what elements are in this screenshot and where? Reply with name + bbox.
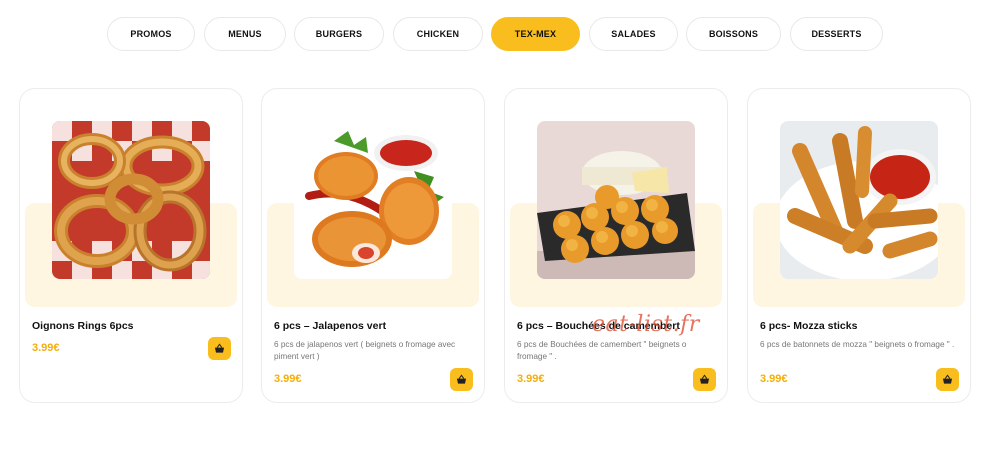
- product-card[interactable]: 6 pcs – Jalapenos vert 6 pcs de jalapeno…: [261, 88, 485, 403]
- product-price: 3.99€: [32, 342, 60, 354]
- tab-tex-mex[interactable]: TEX-MEX: [491, 17, 580, 51]
- add-to-cart-button[interactable]: [208, 337, 231, 360]
- product-name: Oignons Rings 6pcs: [32, 320, 134, 332]
- basket-icon: [699, 374, 710, 384]
- basket-icon: [456, 374, 467, 384]
- mozza-sticks-photo: [780, 121, 938, 279]
- product-name: 6 pcs – Jalapenos vert: [274, 320, 387, 332]
- product-price: 3.99€: [274, 373, 302, 385]
- product-description: 6 pcs de jalapenos vert ( beignets o fro…: [274, 340, 456, 361]
- basket-icon: [214, 343, 225, 353]
- add-to-cart-button[interactable]: [693, 368, 716, 391]
- category-nav: PROMOS MENUS BURGERS CHICKEN TEX-MEX SAL…: [0, 17, 989, 53]
- product-price: 3.99€: [517, 373, 545, 385]
- tab-desserts[interactable]: DESSERTS: [790, 17, 883, 51]
- tab-boissons[interactable]: BOISSONS: [686, 17, 781, 51]
- jalapenos-photo: [294, 121, 452, 279]
- add-to-cart-button[interactable]: [936, 368, 959, 391]
- tab-chicken[interactable]: CHICKEN: [393, 17, 483, 51]
- onion-rings-photo: [52, 121, 210, 279]
- product-price: 3.99€: [760, 373, 788, 385]
- tab-menus[interactable]: MENUS: [204, 17, 286, 51]
- add-to-cart-button[interactable]: [450, 368, 473, 391]
- product-description: 6 pcs de batonnets de mozza " beignets o…: [760, 340, 955, 349]
- product-name: 6 pcs – Bouchées de camembert: [517, 320, 680, 332]
- tab-salades[interactable]: SALADES: [589, 17, 678, 51]
- product-name: 6 pcs- Mozza sticks: [760, 320, 858, 332]
- product-card[interactable]: 6 pcs – Bouchées de camembert 6 pcs de B…: [504, 88, 728, 403]
- tab-promos[interactable]: PROMOS: [107, 17, 195, 51]
- tab-burgers[interactable]: BURGERS: [294, 17, 384, 51]
- product-card[interactable]: 6 pcs- Mozza sticks 6 pcs de batonnets d…: [747, 88, 971, 403]
- product-card[interactable]: Oignons Rings 6pcs 3.99€: [19, 88, 243, 403]
- product-description: 6 pcs de Bouchées de camembert " beignet…: [517, 340, 687, 361]
- basket-icon: [942, 374, 953, 384]
- camembert-bites-photo: [537, 121, 695, 279]
